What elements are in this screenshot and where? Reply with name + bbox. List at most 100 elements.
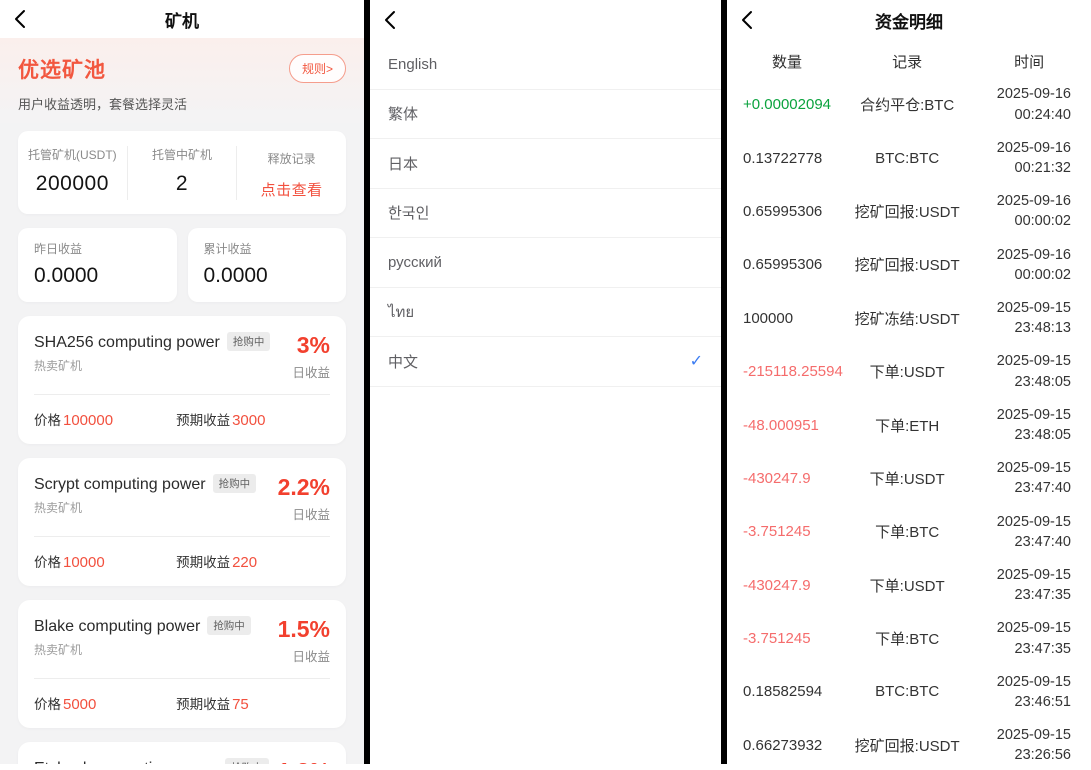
price-value: 100000 xyxy=(63,412,114,429)
daily-rate: 1.5% xyxy=(277,616,330,642)
app-screens: 矿机 优选矿池 规则> 用户收益透明，套餐选择灵活 托管矿机(USDT) 200… xyxy=(0,0,1091,764)
product-bottom: 价格 5000 预期收益 75 xyxy=(34,693,330,713)
expected-label: 预期收益 xyxy=(176,697,231,712)
product-name: SHA256 computing power xyxy=(34,334,220,351)
fund-time: 2025-09-16 00:24:40 xyxy=(996,86,1071,123)
fund-time: 2025-09-15 23:48:05 xyxy=(996,353,1071,390)
fund-amount: -3.751245 xyxy=(743,523,811,541)
language-item-russian[interactable]: русский xyxy=(370,238,721,288)
divider xyxy=(34,394,330,395)
back-icon[interactable] xyxy=(14,8,36,30)
check-icon: ✓ xyxy=(689,353,703,371)
yesterday-income-card: 昨日收益 0.0000 xyxy=(18,228,177,302)
product-card-blake[interactable]: Blake computing power 抢购中 热卖矿机 1.5% 日收益 价… xyxy=(18,600,346,728)
miner-screen: 矿机 优选矿池 规则> 用户收益透明，套餐选择灵活 托管矿机(USDT) 200… xyxy=(0,0,364,764)
fund-row: 0.13722778 BTC:BTC 2025-09-16 00:21:32 xyxy=(727,131,1091,184)
fund-row: 0.66273932 挖矿回报:USDT 2025-09-15 23:26:56 xyxy=(727,719,1091,764)
funds-table-header: 数量 记录 时间 xyxy=(727,44,1091,78)
daily-rate: 2.2% xyxy=(277,474,330,500)
language-item-korean[interactable]: 한국인 xyxy=(370,189,721,238)
status-badge: 抢购中 xyxy=(212,474,257,493)
income-label: 累计收益 xyxy=(203,242,252,256)
fund-record: 挖矿回报:USDT xyxy=(854,257,960,275)
fund-row: 0.18582594 BTC:BTC 2025-09-15 23:46:51 xyxy=(727,665,1091,718)
fund-time: 2025-09-15 23:46:51 xyxy=(996,673,1071,710)
product-card-etchash[interactable]: Etchash computing power抢购中 热卖矿机 1.3% 日收益… xyxy=(18,742,346,764)
fund-record: 下单:USDT xyxy=(869,577,945,595)
fund-time: 2025-09-15 23:48:13 xyxy=(996,299,1071,337)
language-list: English 繁体 日本 한국인 русский ไทย 中文 ✓ xyxy=(370,40,721,387)
income-cards: 昨日收益 0.0000 累计收益 0.0000 xyxy=(18,228,346,302)
income-value: 0.0000 xyxy=(203,264,268,287)
stat-label: 托管中矿机 xyxy=(152,148,213,162)
product-tag: 热卖矿机 xyxy=(34,643,83,657)
back-icon[interactable] xyxy=(741,9,763,31)
fund-record: BTC:BTC xyxy=(875,683,940,701)
view-release-record-link[interactable]: 点击查看 xyxy=(241,179,342,200)
fund-record: 下单:ETH xyxy=(875,417,940,435)
language-item-thai[interactable]: ไทย xyxy=(370,288,721,337)
fund-row: -430247.9 下单:USDT 2025-09-15 23:47:35 xyxy=(727,559,1091,612)
stat-value: 2 xyxy=(175,172,189,195)
language-label: русский xyxy=(388,253,442,271)
daily-rate-label: 日收益 xyxy=(292,650,330,664)
stat-hosted-count: 托管中矿机 2 xyxy=(126,146,237,200)
expected-value: 220 xyxy=(232,554,258,571)
status-badge: 抢购中 xyxy=(207,616,251,635)
product-tag: 热卖矿机 xyxy=(34,501,83,515)
daily-rate: 3% xyxy=(296,332,330,358)
header-time: 时间 xyxy=(1014,53,1045,71)
rules-button[interactable]: 规则> xyxy=(288,54,346,83)
fund-row: -215118.25594 下单:USDT 2025-09-15 23:48:05 xyxy=(727,345,1091,398)
product-card-sha256[interactable]: SHA256 computing power 抢购中 热卖矿机 3% 日收益 价格… xyxy=(18,316,346,444)
product-bottom: 价格 100000 预期收益 3000 xyxy=(34,409,330,429)
status-badge: 抢购中 xyxy=(226,332,271,351)
language-item-chinese[interactable]: 中文 ✓ xyxy=(370,337,721,387)
fund-time: 2025-09-16 00:21:32 xyxy=(996,139,1071,177)
fund-time: 2025-09-15 23:48:05 xyxy=(996,406,1071,444)
funds-table-body: +0.00002094 合约平仓:BTC 2025-09-16 00:24:40 0.1… xyxy=(727,78,1091,764)
fund-amount: -430247.9 xyxy=(743,576,811,594)
language-label: ไทย xyxy=(388,303,415,321)
product-tag: 热卖矿机 xyxy=(34,359,83,373)
divider xyxy=(34,536,330,537)
product-card-scrypt[interactable]: Scrypt computing power 抢购中 热卖矿机 2.2% 日收益 … xyxy=(18,458,346,586)
language-navbar xyxy=(370,0,721,40)
language-screen: English 繁体 日本 한국인 русский ไทย 中文 ✓ xyxy=(370,0,721,764)
header-record: 记录 xyxy=(892,53,923,71)
language-item-traditional[interactable]: 繁体 xyxy=(370,90,721,139)
fund-row: +0.00002094 合约平仓:BTC 2025-09-16 00:24:40 xyxy=(727,78,1091,131)
stat-label: 托管矿机(USDT) xyxy=(28,148,117,162)
fund-amount: 0.65995306 xyxy=(743,256,823,274)
stat-value: 200000 xyxy=(35,172,109,195)
header-amount: 数量 xyxy=(772,53,803,71)
fund-row: 0.65995306 挖矿回报:USDT 2025-09-16 00:00:02 xyxy=(727,185,1091,238)
fund-amount: +0.00002094 xyxy=(743,96,832,114)
fund-record: 下单:USDT xyxy=(869,364,945,382)
daily-rate-label: 日收益 xyxy=(292,366,330,380)
fund-time: 2025-09-15 23:47:40 xyxy=(996,513,1071,550)
fund-record: 挖矿回报:USDT xyxy=(854,737,960,755)
miner-navbar: 矿机 xyxy=(0,0,364,38)
language-item-english[interactable]: English xyxy=(370,40,721,90)
income-label: 昨日收益 xyxy=(34,242,83,256)
price-label: 价格 xyxy=(34,413,61,428)
pool-header: 优选矿池 规则> 用户收益透明，套餐选择灵活 xyxy=(0,38,364,123)
language-label: 繁体 xyxy=(388,106,419,124)
fund-time: 2025-09-15 23:26:56 xyxy=(996,727,1071,764)
fund-amount: 0.65995306 xyxy=(743,202,823,220)
fund-record: 下单:BTC xyxy=(875,631,940,649)
back-icon[interactable] xyxy=(384,9,406,31)
fund-amount: -430247.9 xyxy=(743,469,811,487)
language-item-japanese[interactable]: 日本 xyxy=(370,139,721,189)
expected-value: 75 xyxy=(232,696,249,713)
language-label: English xyxy=(388,55,438,73)
fund-time: 2025-09-16 00:00:02 xyxy=(996,193,1071,230)
income-value: 0.0000 xyxy=(34,264,99,287)
price-label: 价格 xyxy=(34,697,61,712)
product-name: Blake computing power xyxy=(34,618,201,635)
language-label: 한국인 xyxy=(388,205,430,223)
product-top: SHA256 computing power 抢购中 热卖矿机 3% 日收益 xyxy=(34,332,330,381)
price-value: 5000 xyxy=(63,696,97,713)
fund-row: 100000 挖矿冻结:USDT 2025-09-15 23:48:13 xyxy=(727,292,1091,345)
